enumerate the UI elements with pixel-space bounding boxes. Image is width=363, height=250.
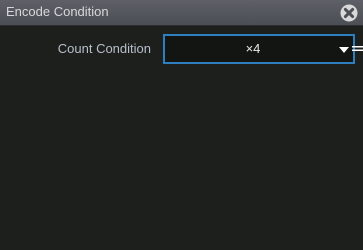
- select-connector-line: [352, 46, 363, 51]
- count-condition-label: Count Condition: [57, 41, 151, 56]
- count-condition-select[interactable]: ×4: [163, 34, 355, 64]
- dialog-titlebar: Encode Condition: [0, 0, 363, 26]
- encode-condition-dialog: Encode Condition Count Condition ×4: [0, 0, 363, 250]
- close-icon: [340, 4, 358, 22]
- chevron-down-icon: [338, 46, 350, 54]
- dialog-title: Encode Condition: [6, 4, 109, 19]
- count-condition-value: ×4: [245, 41, 261, 56]
- close-button[interactable]: [340, 4, 358, 22]
